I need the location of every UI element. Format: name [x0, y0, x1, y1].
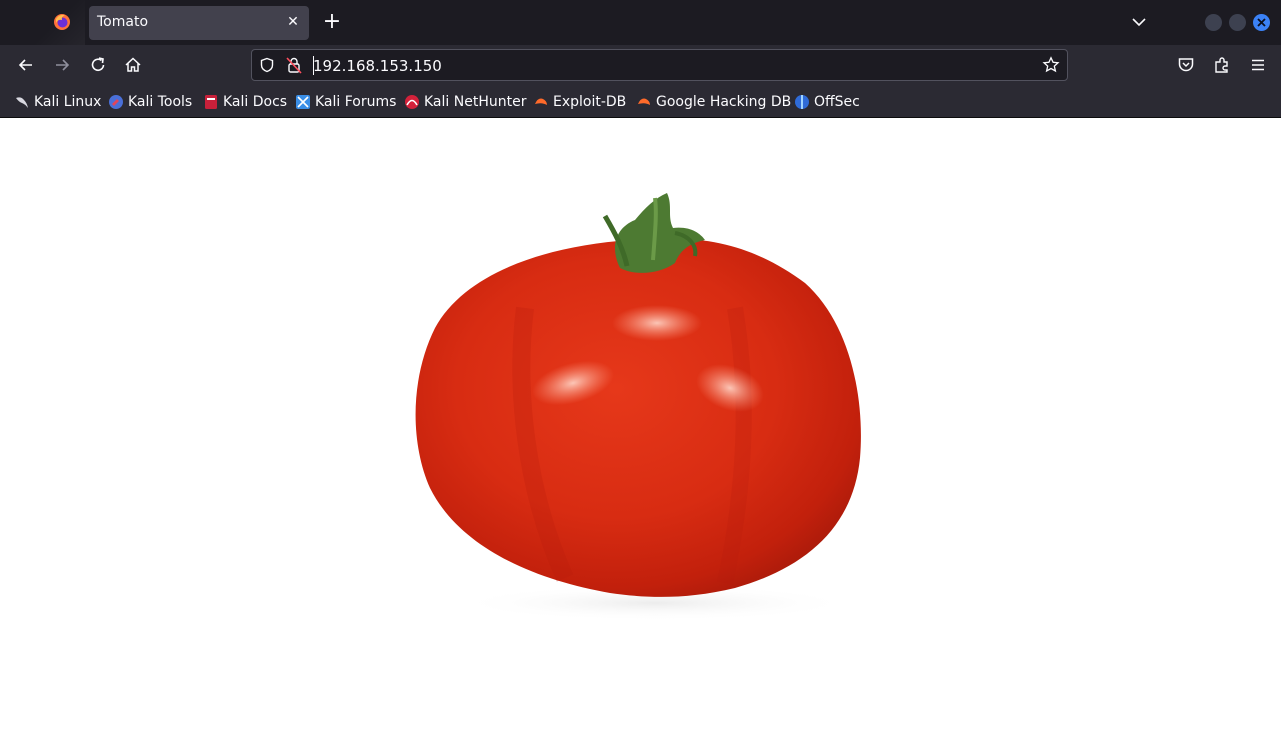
insecure-lock-icon[interactable]	[286, 56, 302, 74]
bookmark-label: OffSec	[814, 94, 860, 110]
bookmark-label: Kali Linux	[34, 94, 102, 110]
tab-strip: Tomato ✕ +	[0, 0, 1281, 45]
window-minimize-button[interactable]	[1205, 14, 1222, 31]
hamburger-menu-icon[interactable]	[1248, 55, 1268, 75]
ghdb-icon	[638, 98, 650, 105]
kali-nethunter-icon	[405, 95, 419, 109]
tab-title: Tomato	[97, 14, 149, 30]
window-maximize-button[interactable]	[1229, 14, 1246, 31]
bookmark-exploit-db[interactable]: Exploit-DB	[533, 92, 626, 112]
kali-dragon-icon	[16, 97, 28, 108]
bookmark-label: Exploit-DB	[553, 94, 627, 110]
bookmark-kali-docs[interactable]: Kali Docs	[203, 92, 287, 112]
chevron-down-icon[interactable]	[1129, 12, 1149, 32]
bookmark-label: Kali Docs	[223, 94, 288, 110]
page-content	[0, 118, 1281, 754]
firefox-icon[interactable]	[53, 13, 71, 31]
kali-forums-icon	[296, 95, 310, 109]
window-close-button[interactable]	[1253, 14, 1270, 31]
reload-icon[interactable]	[88, 55, 108, 75]
close-icon	[1257, 18, 1266, 27]
bookmark-kali-linux[interactable]: Kali Linux	[14, 92, 101, 112]
bookmarks-toolbar: Kali Linux Kali Tools Kali Docs Kali For…	[0, 87, 1281, 118]
back-arrow-icon[interactable]	[16, 55, 36, 75]
bookmark-star-icon[interactable]	[1042, 56, 1060, 74]
bookmark-kali-tools[interactable]: Kali Tools	[108, 92, 192, 112]
tab-active[interactable]: Tomato ✕	[89, 6, 309, 40]
tab-strip-decoration	[0, 0, 85, 45]
navigation-toolbar: 192.168.153.150	[0, 45, 1281, 87]
bookmark-kali-nethunter[interactable]: Kali NetHunter	[404, 92, 526, 112]
extensions-icon[interactable]	[1212, 55, 1232, 75]
bookmark-offsec[interactable]: OffSec	[794, 92, 860, 112]
tab-close-icon[interactable]: ✕	[285, 14, 301, 30]
url-bar[interactable]: 192.168.153.150	[251, 49, 1068, 81]
bookmark-label: Kali Tools	[128, 94, 193, 110]
home-icon[interactable]	[123, 55, 143, 75]
forward-arrow-icon[interactable]	[52, 55, 72, 75]
bookmark-kali-forums[interactable]: Kali Forums	[295, 92, 396, 112]
bookmark-label: Kali NetHunter	[424, 94, 527, 110]
kali-tools-icon	[109, 95, 123, 109]
bookmark-label: Google Hacking DB	[656, 94, 792, 110]
shield-icon[interactable]	[259, 57, 275, 73]
bookmark-google-hacking-db[interactable]: Google Hacking DB	[636, 92, 791, 112]
new-tab-icon[interactable]: +	[320, 11, 344, 35]
kali-docs-icon	[205, 95, 217, 109]
pocket-icon[interactable]	[1176, 55, 1196, 75]
offsec-icon	[795, 95, 809, 109]
url-text[interactable]: 192.168.153.150	[313, 57, 442, 75]
exploit-db-icon	[535, 98, 547, 105]
bookmark-label: Kali Forums	[315, 94, 397, 110]
tomato-image	[415, 193, 861, 621]
